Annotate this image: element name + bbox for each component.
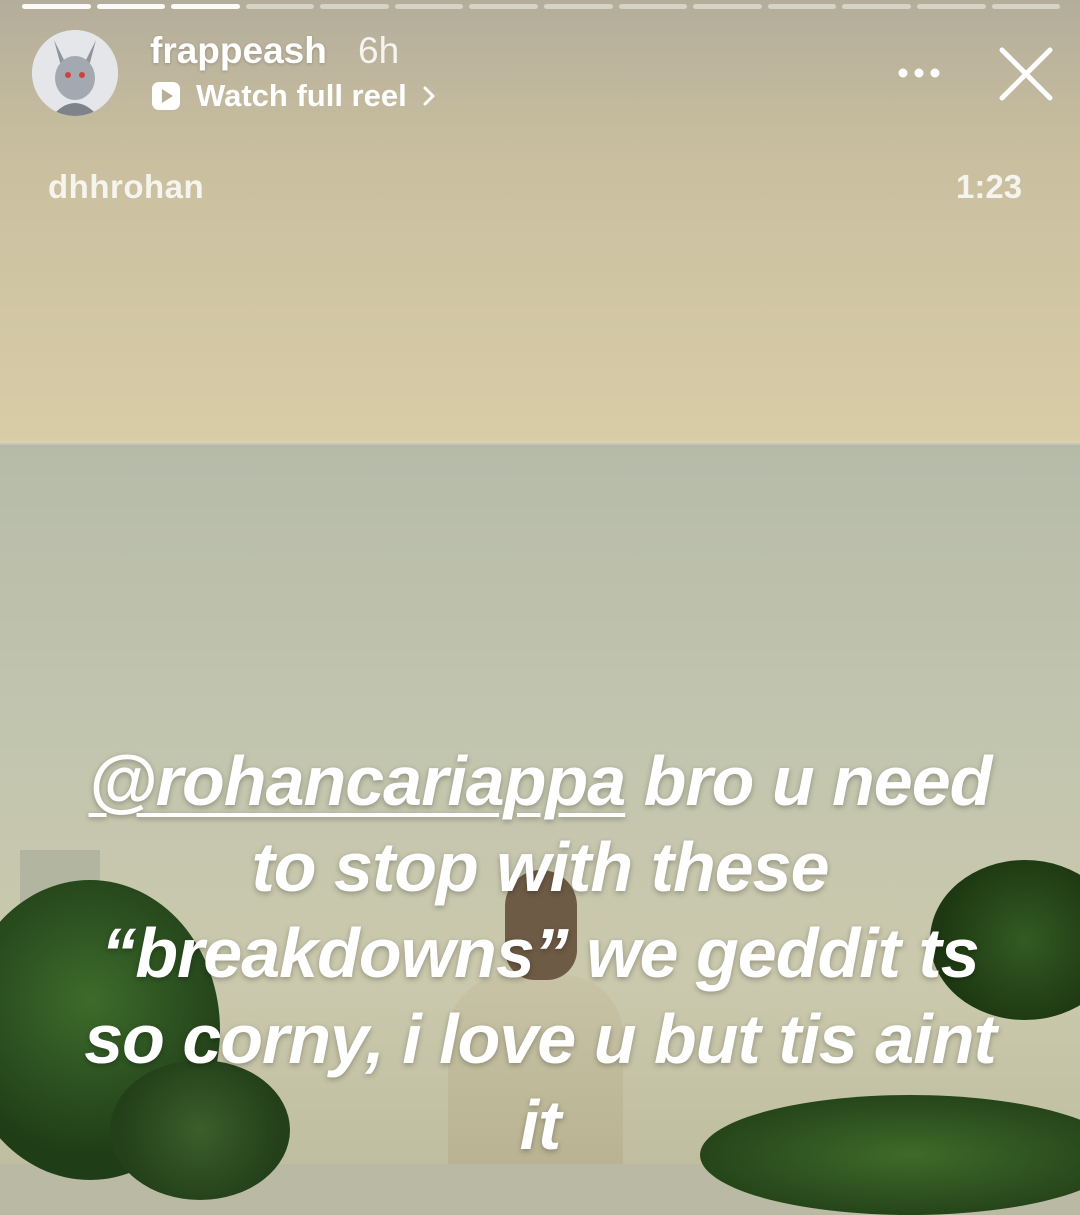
more-options-icon[interactable] — [895, 56, 945, 90]
progress-segment — [916, 4, 986, 9]
watch-full-reel-link[interactable]: Watch full reel — [150, 76, 437, 116]
progress-segment — [245, 4, 315, 9]
story-age: 6h — [358, 30, 400, 71]
reel-author[interactable]: dhhrohan — [48, 168, 204, 206]
watch-full-reel-label: Watch full reel — [196, 78, 407, 113]
progress-segment — [544, 4, 613, 9]
progress-segment — [767, 4, 837, 9]
username[interactable]: frappeash — [150, 30, 327, 72]
progress-segment — [394, 4, 464, 9]
progress-segment — [171, 4, 240, 9]
play-icon — [152, 82, 180, 110]
avatar[interactable] — [32, 30, 118, 116]
horizon-line — [0, 441, 1080, 447]
story-caption: @rohancariappa bro u need to stop with t… — [60, 738, 1020, 1168]
chevron-right-icon — [423, 86, 435, 106]
story-progress-bar — [22, 4, 1061, 9]
progress-segment — [320, 4, 389, 9]
progress-segment — [469, 4, 539, 9]
progress-segment — [96, 4, 166, 9]
progress-segment — [991, 4, 1061, 9]
close-icon[interactable] — [996, 44, 1056, 104]
progress-segment — [618, 4, 688, 9]
progress-segment — [22, 4, 91, 9]
progress-segment — [693, 4, 762, 9]
avatar-image — [32, 30, 118, 116]
reel-duration: 1:23 — [956, 168, 1023, 205]
progress-segment — [842, 4, 911, 9]
caption-mention[interactable]: @rohancariappa — [89, 742, 627, 820]
